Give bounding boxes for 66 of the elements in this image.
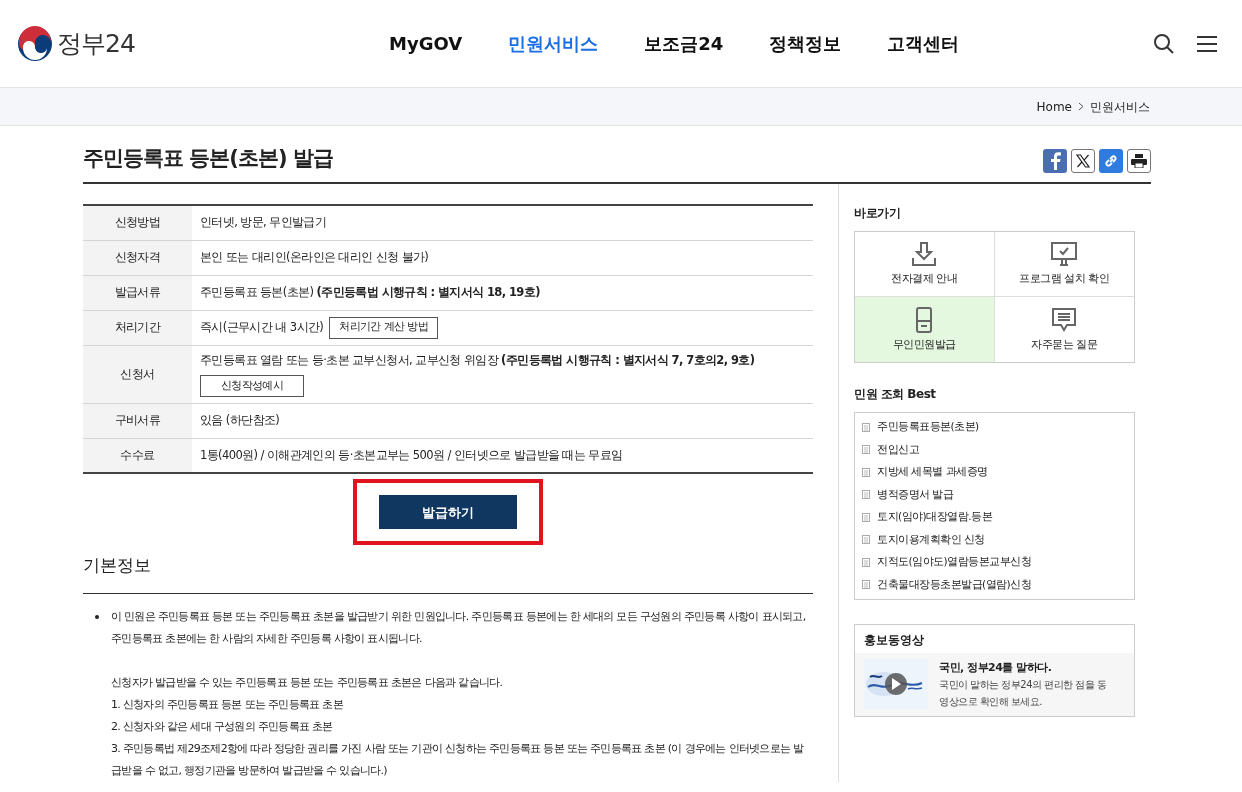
page-title: 주민등록표 등본(초본) 발급 xyxy=(83,145,333,173)
nav-link[interactable]: 정책정보 xyxy=(769,30,842,57)
x-logo-icon[interactable] xyxy=(1071,149,1095,173)
monitor-icon xyxy=(1051,241,1078,268)
bullet-icon xyxy=(95,614,99,619)
chevron-right-icon xyxy=(1078,102,1084,111)
quick-link-tile[interactable]: 무인민원발급 xyxy=(855,297,995,362)
quick-link-tile[interactable]: 전자결제 안내 xyxy=(855,232,995,297)
section-title: 기본정보 xyxy=(83,553,813,594)
nav-link[interactable]: 민원서비스 xyxy=(508,30,599,57)
row-value: 있음 (하단참조) xyxy=(200,412,280,430)
nav-link[interactable]: 고객센터 xyxy=(887,30,960,57)
sidebar-title: 민원 조회 Best xyxy=(854,386,937,403)
best-link[interactable]: 건축물대장등초본발급(열람)신청 xyxy=(877,576,1032,593)
row-value: 1통(400원) / 이해관계인의 등·초본교부는 500원 / 인터넷으로 발급받을 때는 무료임 xyxy=(200,446,623,464)
document-icon xyxy=(862,445,870,455)
document-icon xyxy=(862,422,870,432)
best-link[interactable]: 주민등록표등본(초본) xyxy=(877,419,979,436)
outline-button[interactable]: 처리기간 계산 방법 xyxy=(329,316,439,339)
issue-button[interactable]: 발급하기 xyxy=(379,495,517,530)
download-icon xyxy=(911,241,938,268)
nav-link[interactable]: MyGOV xyxy=(389,30,463,57)
row-value: 인터넷, 방문, 무인발급기 xyxy=(200,214,327,232)
row-label: 신청방법 xyxy=(83,205,192,240)
row-value: 주민등록표 열람 또는 등·초본 교부신청서, 교부신청 위임장 (주민등록법 시행규칙 : 별지서식 7, 7호의2, 9호) xyxy=(200,351,755,369)
intro-paragraph: 이 민원은 주민등록표 등본 또는 주민등록표 초본을 발급받기 위한 민원입니다. 주민등록표 등본에는 한 세대의 모든 구성원의 주민등록 사항이 표시되고, 주민등록표 초본에는 한 사람의 자세한 주민등록 사항이 표시됩니다. xyxy=(111,608,807,647)
row-value: 본인 또는 대리인(온라인은 대리인 신청 불가) xyxy=(200,248,429,266)
best-link[interactable]: 지방세 세목별 과세증명 xyxy=(877,464,988,481)
row-label: 신청서 xyxy=(83,345,192,404)
site-logo-text[interactable]: 정부24 xyxy=(57,24,135,63)
best-link[interactable]: 토지이용계획확인 신청 xyxy=(877,531,985,548)
best-link[interactable]: 토지(임야)대장열람.등본 xyxy=(877,509,993,526)
row-label: 구비서류 xyxy=(83,403,192,439)
row-label: 신청자격 xyxy=(83,240,192,275)
search-icon[interactable] xyxy=(1153,32,1175,55)
breadcrumb-link[interactable]: 민원서비스 xyxy=(1090,97,1150,116)
info-line: 신청자가 발급받을 수 있는 주민등록표 등본 또는 주민등록표 초본은 다음과 같습니다. xyxy=(111,674,504,691)
row-label: 수수료 xyxy=(83,438,192,474)
row-label: 처리기간 xyxy=(83,310,192,345)
best-link[interactable]: 전입신고 xyxy=(877,441,919,458)
best-link[interactable]: 병적증명서 발급 xyxy=(877,486,954,503)
print-icon[interactable] xyxy=(1127,149,1151,173)
info-line: 3. 주민등록법 제29조제2항에 따라 정당한 권리를 가진 사람 또는 기관이 신청하는 주민등록표 등본 또는 주민등록표 초본 (이 경우에는 인터넷으로는 발급받을 수 없고, 행정기관을 방문하여 발급받을 수 있습니다.) xyxy=(111,740,805,779)
document-icon xyxy=(862,467,870,477)
row-label: 발급서류 xyxy=(83,275,192,310)
chat-bubble-icon xyxy=(1051,306,1078,333)
best-link[interactable]: 지적도(임야도)열람등본교부신청 xyxy=(877,554,1032,571)
row-value: 즉시(근무시간 내 3시간) xyxy=(200,318,324,336)
promo-description: 국민이 말하는 정부24의 편리한 점을 동영상으로 확인해 보세요. xyxy=(939,678,1108,709)
nav-link[interactable]: 보조금24 xyxy=(644,30,724,57)
document-icon xyxy=(862,580,870,590)
info-line: 1. 신청자의 주민등록표 등본 또는 주민등록표 초본 xyxy=(111,696,344,713)
document-icon xyxy=(862,512,870,522)
info-line: 2. 신청자와 같은 세대 구성원의 주민등록표 초본 xyxy=(111,718,334,735)
outline-button[interactable]: 신청작성예시 xyxy=(200,374,304,397)
menu-icon[interactable] xyxy=(1197,33,1217,54)
link-icon[interactable] xyxy=(1099,149,1123,173)
row-value: 주민등록표 등본(초본) (주민등록법 시행규칙 : 별지서식 18, 19호) xyxy=(200,283,540,301)
document-icon xyxy=(862,535,870,545)
facebook-icon[interactable] xyxy=(1043,149,1067,173)
document-icon xyxy=(862,490,870,500)
sidebar-title: 바로가기 xyxy=(854,205,901,222)
logo-emblem-icon xyxy=(17,25,53,62)
promo-headline: 국민, 정부24를 말하다. xyxy=(939,660,1053,676)
breadcrumb-link[interactable]: Home xyxy=(1036,97,1072,116)
document-icon xyxy=(862,557,870,567)
